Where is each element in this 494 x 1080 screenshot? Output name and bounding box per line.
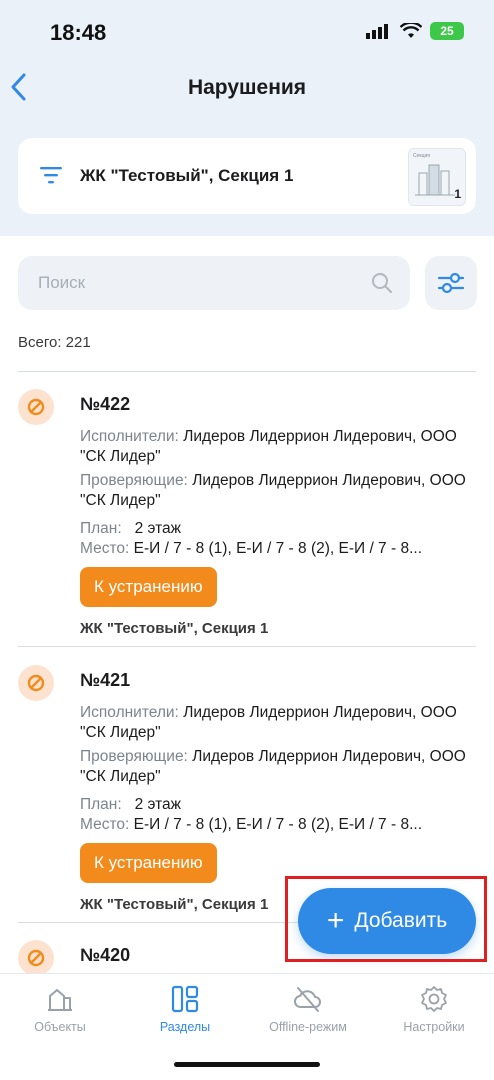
filter-lines-icon <box>40 167 62 184</box>
prohibited-icon <box>27 398 45 416</box>
grid-layout-icon <box>125 982 245 1016</box>
violation-number: №421 <box>80 670 131 690</box>
project-thumbnail: Секция 1 <box>408 148 466 206</box>
inspectors-row: Проверяющие: Лидеров Лидеррион Лидерович… <box>80 747 480 787</box>
place-label: Место: <box>80 816 130 833</box>
plan-row: План: 2 этаж <box>80 795 480 815</box>
divider <box>18 371 476 372</box>
battery-icon: 25 <box>430 22 464 40</box>
cellular-signal-icon <box>366 24 388 39</box>
plan-label: План: <box>80 796 122 813</box>
status-time: 18:48 <box>50 20 107 45</box>
highlight-box <box>285 876 487 962</box>
prohibited-icon <box>27 674 45 692</box>
plan-value: 2 этаж <box>134 796 182 813</box>
navigation-bar: Нарушения <box>0 66 494 112</box>
tab-label: Настройки <box>403 1020 465 1034</box>
executors-label: Исполнители: <box>80 704 179 721</box>
search-input[interactable]: Поиск <box>18 256 410 310</box>
place-row: Место: Е-И / 7 - 8 (1), Е-И / 7 - 8 (2),… <box>80 815 480 835</box>
cloud-off-icon <box>248 982 368 1016</box>
status-icons: 25 <box>366 22 464 40</box>
sliders-icon <box>438 272 464 294</box>
violation-status-badge <box>18 389 54 425</box>
search-icon <box>372 273 392 293</box>
violation-number: №420 <box>80 945 131 965</box>
tab-settings[interactable]: Настройки <box>374 982 494 1034</box>
thumbnail-label: Секция <box>413 153 430 159</box>
wifi-icon <box>400 23 422 38</box>
tab-offline[interactable]: Offline-режим <box>248 982 368 1034</box>
inspectors-row: Проверяющие: Лидеров Лидеррион Лидерович… <box>80 471 480 511</box>
filter-settings-button[interactable] <box>425 256 477 310</box>
plan-row: План: 2 этаж <box>80 519 480 539</box>
violation-status-badge <box>18 940 54 976</box>
place-value: Е-И / 7 - 8 (1), Е-И / 7 - 8 (2), Е-И / … <box>133 540 422 557</box>
place-value: Е-И / 7 - 8 (1), Е-И / 7 - 8 (2), Е-И / … <box>133 816 422 833</box>
project-name: ЖК "Тестовый", Секция 1 <box>80 166 294 185</box>
item-project-name: ЖК "Тестовый", Секция 1 <box>80 896 269 913</box>
executors-label: Исполнители: <box>80 428 179 445</box>
total-count: Всего: 221 <box>18 334 91 351</box>
status-button[interactable]: К устранению <box>80 843 217 883</box>
executors-row: Исполнители: Лидеров Лидеррион Лидерович… <box>80 427 480 467</box>
inspectors-label: Проверяющие: <box>80 748 188 765</box>
project-selector[interactable]: ЖК "Тестовый", Секция 1 Секция 1 <box>18 138 476 214</box>
gear-icon <box>374 982 494 1016</box>
plan-label: План: <box>80 520 122 537</box>
inspectors-label: Проверяющие: <box>80 472 188 489</box>
page-title: Нарушения <box>187 76 307 99</box>
tab-sections[interactable]: Разделы <box>125 982 245 1034</box>
prohibited-icon <box>27 949 45 967</box>
plan-value: 2 этаж <box>134 520 182 537</box>
status-button[interactable]: К устранению <box>80 567 217 607</box>
home-indicator <box>174 1062 320 1067</box>
building-icon <box>0 982 120 1016</box>
place-label: Место: <box>80 540 130 557</box>
executors-row: Исполнители: Лидеров Лидеррион Лидерович… <box>80 703 480 743</box>
place-row: Место: Е-И / 7 - 8 (1), Е-И / 7 - 8 (2),… <box>80 539 480 559</box>
tab-label: Offline-режим <box>269 1020 347 1034</box>
tab-label: Объекты <box>34 1020 86 1034</box>
divider <box>18 646 476 647</box>
search-placeholder: Поиск <box>38 273 86 292</box>
tab-objects[interactable]: Объекты <box>0 982 120 1034</box>
violation-status-badge <box>18 665 54 701</box>
status-bar: 18:48 25 <box>0 0 494 60</box>
thumbnail-section-number: 1 <box>454 187 461 201</box>
violation-number: №422 <box>80 394 131 414</box>
tab-label: Разделы <box>159 1020 211 1034</box>
item-project-name: ЖК "Тестовый", Секция 1 <box>80 620 269 637</box>
battery-level: 25 <box>440 24 454 38</box>
